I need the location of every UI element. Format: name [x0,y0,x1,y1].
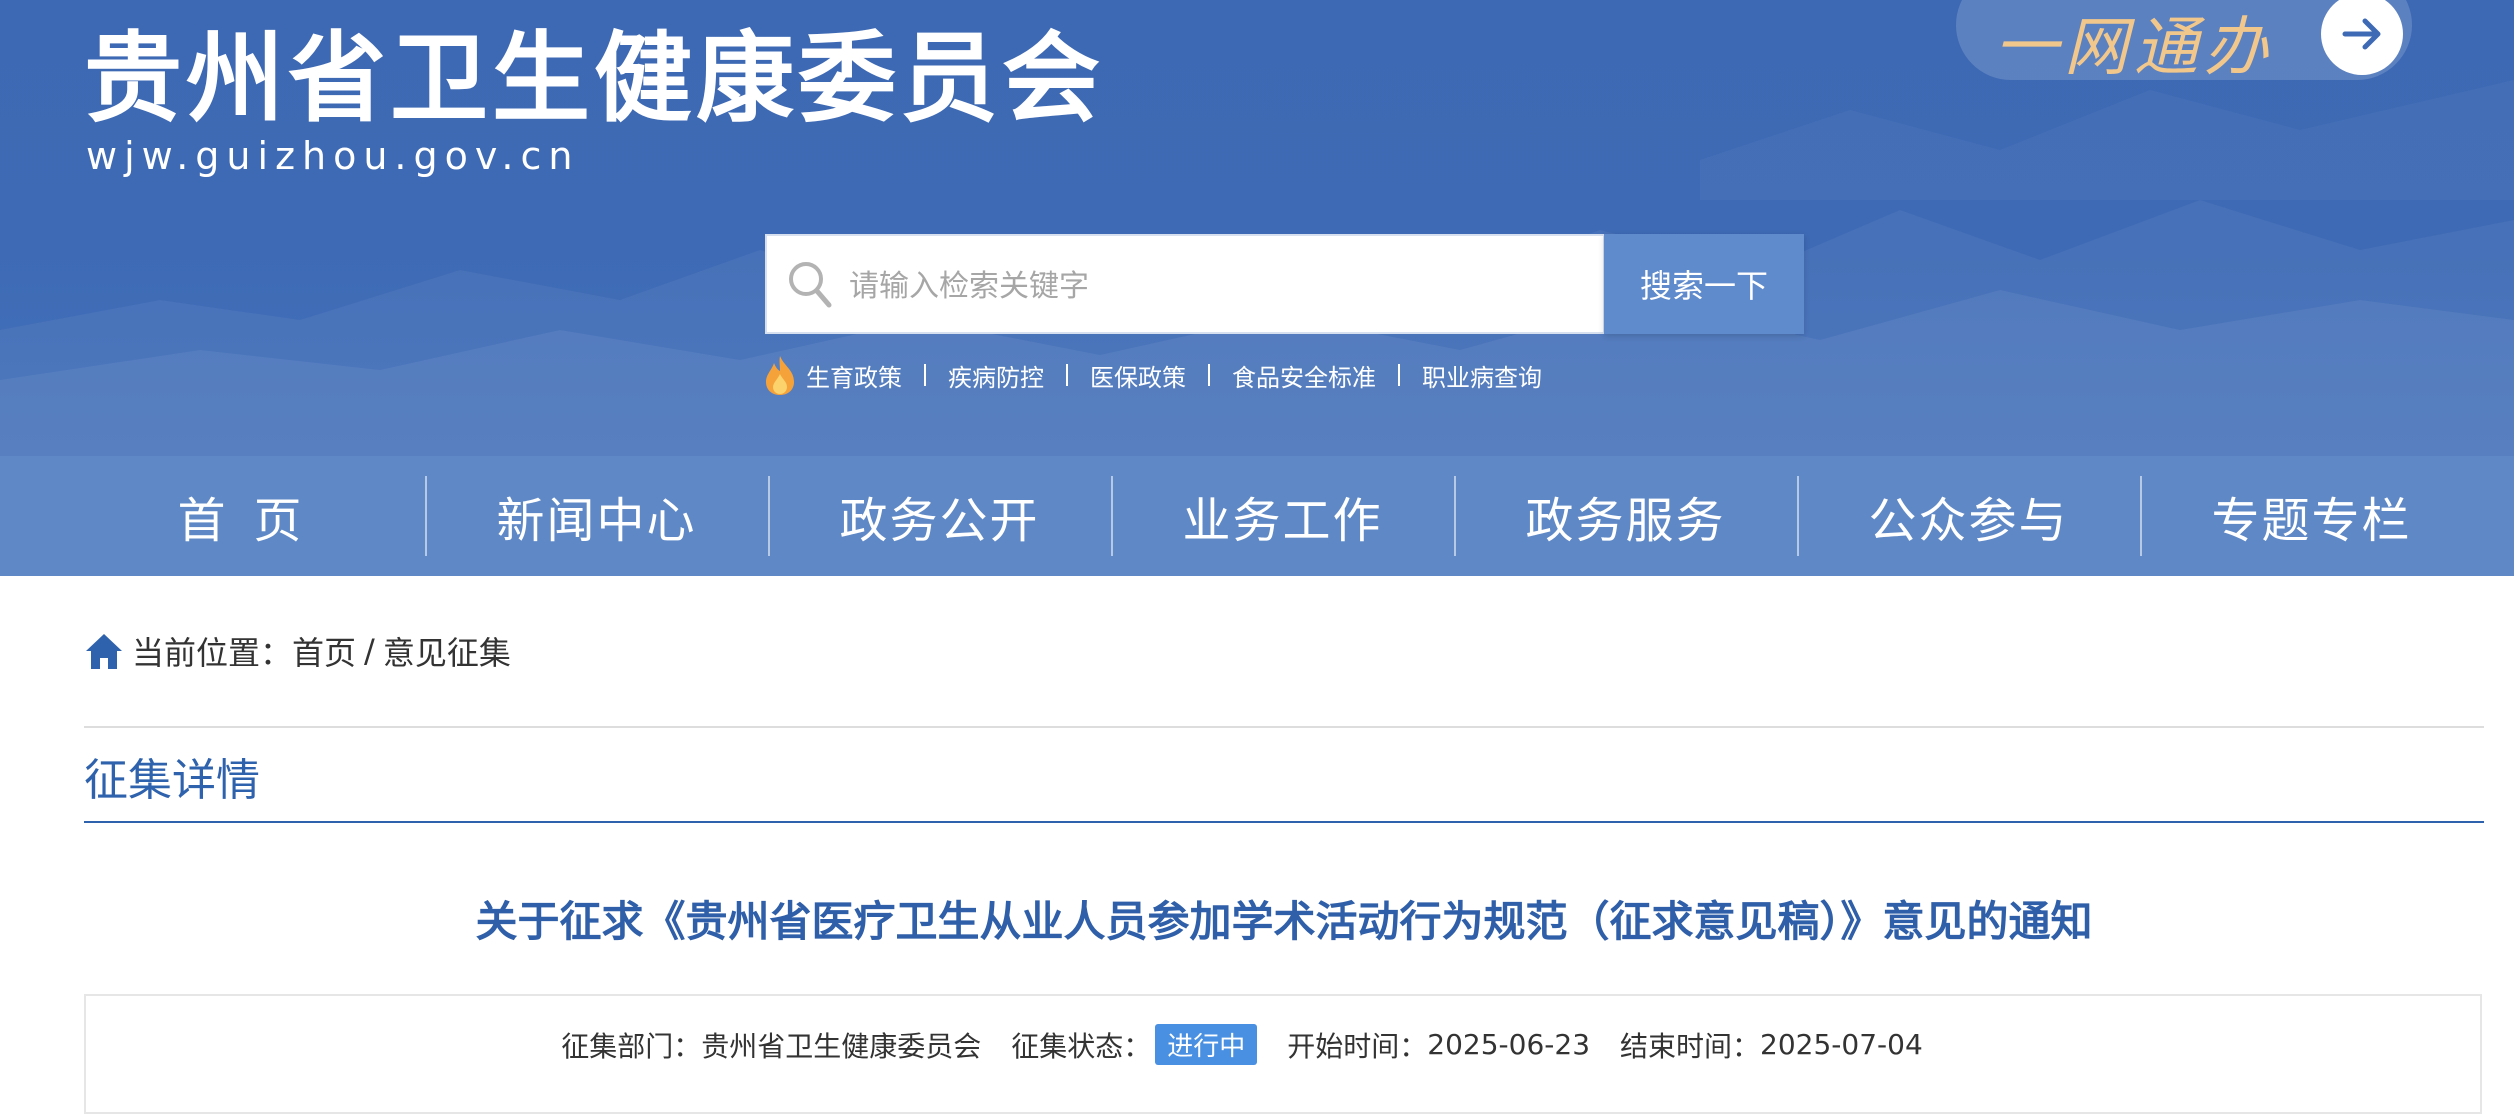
search-button[interactable]: 搜索一下 [1604,234,1804,334]
section-title: 征集详情 [84,755,260,806]
hot-link-separator [1398,364,1400,386]
notice-meta: 征集部门： 贵州省卫生健康委员会 征集状态： 进行中 开始时间： 2025-06… [0,1024,2514,1065]
meta-end: 结束时间： 2025-07-04 [1620,1025,1923,1065]
hot-link-medical-insurance[interactable]: 医保政策 [1090,358,1186,393]
hot-link-occupational-disease[interactable]: 职业病查询 [1422,358,1542,393]
section-divider [84,821,2484,823]
site-header: 贵州省卫生健康委员会 wjw.guizhou.gov.cn 一网通办 搜索一下 … [0,0,2514,456]
hot-links: 生育政策 疾病防控 医保政策 食品安全标准 职业病查询 [760,352,1542,398]
fire-icon [760,354,800,396]
ywtb-label: 一网通办 [1994,11,2274,85]
meta-start: 开始时间： 2025-06-23 [1287,1025,1590,1065]
meta-start-label: 开始时间： [1287,1029,1428,1063]
hot-link-disease-control[interactable]: 疾病防控 [948,358,1044,393]
nav-item-public-participation[interactable]: 公众参与 [1797,456,2140,576]
site-title: 贵州省卫生健康委员会 [84,21,1105,136]
arrow-right-icon [2321,0,2403,75]
search-input[interactable] [847,256,1571,316]
search-icon [787,260,833,314]
notice-title: 关于征求《贵州省医疗卫生从业人员参加学术活动行为规范（征求意见稿）》意见的通知 [475,897,2093,946]
site-domain: wjw.guizhou.gov.cn [86,134,580,178]
meta-start-value: 2025-06-23 [1427,1028,1591,1061]
home-icon [84,631,124,671]
nav-item-news[interactable]: 新闻中心 [425,456,768,576]
hot-link-separator [1066,364,1068,386]
search-box [765,234,1605,334]
nav-item-business-work[interactable]: 业务工作 [1111,456,1454,576]
breadcrumb-label: 当前位置： [132,634,293,672]
ywtb-button[interactable]: 一网通办 [1956,0,2412,85]
hot-link-separator [924,364,926,386]
breadcrumb-separator: / [364,632,375,670]
meta-dept-label: 征集部门： [561,1029,702,1063]
nav-item-government-affairs[interactable]: 政务公开 [768,456,1111,576]
breadcrumb-home-link[interactable]: 首页 [292,628,356,674]
meta-end-value: 2025-07-04 [1760,1028,1923,1061]
meta-dept-value: 贵州省卫生健康委员会 [701,1029,982,1063]
breadcrumb-current[interactable]: 意见征集 [383,628,511,674]
nav-item-government-services[interactable]: 政务服务 [1454,456,1797,576]
hot-link-food-safety[interactable]: 食品安全标准 [1232,358,1376,393]
meta-end-label: 结束时间： [1620,1029,1761,1063]
meta-status: 征集状态： 进行中 [1011,1024,1258,1065]
nav-item-special-topics[interactable]: 专题专栏 [2140,456,2483,576]
main-nav: 首页 新闻中心 政务公开 业务工作 政务服务 公众参与 专题专栏 [0,456,2514,576]
nav-item-home[interactable]: 首页 [82,456,425,576]
divider [84,726,2484,728]
hot-link-fertility-policy[interactable]: 生育政策 [806,358,902,393]
hot-link-separator [1208,364,1210,386]
meta-status-label: 征集状态： [1011,1029,1152,1063]
breadcrumb: 当前位置： 首页 / 意见征集 [84,626,511,676]
meta-dept: 征集部门： 贵州省卫生健康委员会 [561,1025,981,1065]
status-badge: 进行中 [1155,1024,1258,1065]
